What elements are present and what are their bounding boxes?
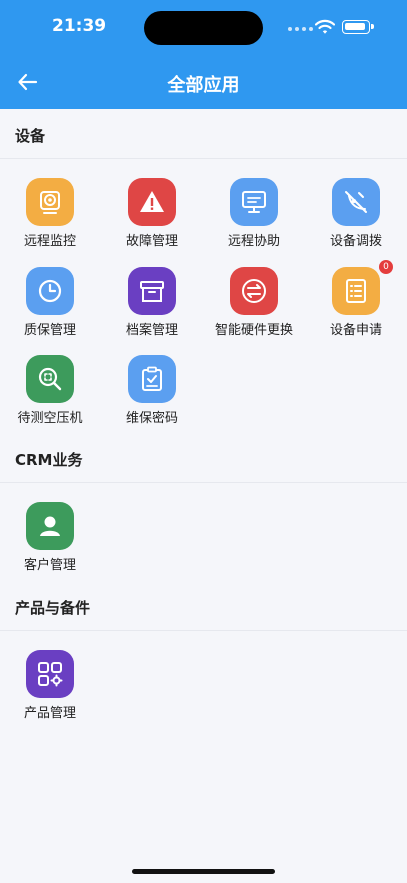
app-item-label: 设备申请 — [329, 323, 382, 338]
home-indicator[interactable] — [132, 869, 275, 874]
notification-badge: 0 — [379, 260, 393, 274]
app-item-fault-management[interactable]: 故障管理 — [102, 178, 202, 262]
apps-grid-icon — [26, 650, 74, 698]
divider — [0, 482, 407, 483]
app-item-device-transfer[interactable]: 设备调拨 — [306, 178, 406, 262]
divider — [0, 630, 407, 631]
divider — [0, 158, 407, 159]
page-title: 全部应用 — [167, 75, 240, 96]
app-item-label: 远程监控 — [23, 234, 76, 249]
app-item-label: 待测空压机 — [17, 411, 83, 426]
section-title-crm: CRM业务 — [15, 451, 83, 469]
wifi-icon — [315, 19, 335, 34]
monitor-icon — [230, 178, 278, 226]
app-item-maintenance-password[interactable]: 维保密码 — [102, 355, 202, 439]
app-item-device-application[interactable]: 设备申请 — [306, 267, 406, 351]
archive-box-icon — [128, 267, 176, 315]
app-item-label: 产品管理 — [23, 706, 76, 721]
section-title-products: 产品与备件 — [15, 599, 91, 617]
status-time: 21:39 — [52, 16, 107, 36]
app-item-product-management[interactable]: 产品管理 — [0, 650, 100, 734]
clipboard-check-icon — [128, 355, 176, 403]
status-bar: 21:39 — [0, 0, 407, 56]
app-item-customer-management[interactable]: 客户管理 — [0, 502, 100, 586]
app-item-compressor-test[interactable]: 待测空压机 — [0, 355, 100, 439]
app-item-label: 设备调拨 — [329, 234, 382, 249]
app-item-remote-monitor[interactable]: 远程监控 — [0, 178, 100, 262]
warning-icon — [128, 178, 176, 226]
nav-bar: 全部应用 — [0, 60, 407, 106]
no-signal-icon — [332, 178, 380, 226]
app-item-warranty-management[interactable]: 质保管理 — [0, 267, 100, 351]
app-header: 21:39 全部应用 — [0, 0, 407, 109]
app-item-label: 质保管理 — [23, 323, 76, 338]
app-item-label: 档案管理 — [125, 323, 178, 338]
app-item-label: 故障管理 — [125, 234, 178, 249]
signal-dots-icon — [288, 27, 314, 32]
app-item-hardware-replacement[interactable]: 智能硬件更换 — [204, 267, 304, 351]
app-item-remote-assist[interactable]: 远程协助 — [204, 178, 304, 262]
battery-icon — [342, 20, 374, 34]
exchange-icon — [230, 267, 278, 315]
dynamic-island — [144, 11, 263, 45]
app-item-archive-management[interactable]: 档案管理 — [102, 267, 202, 351]
app-item-label: 客户管理 — [23, 558, 76, 573]
form-list-icon — [332, 267, 380, 315]
app-item-label: 维保密码 — [125, 411, 178, 426]
user-icon — [26, 502, 74, 550]
app-item-label: 远程协助 — [227, 234, 280, 249]
webcam-icon — [26, 178, 74, 226]
clock-icon — [26, 267, 74, 315]
section-title-devices: 设备 — [15, 127, 46, 145]
app-item-label: 智能硬件更换 — [214, 323, 293, 338]
scan-search-icon — [26, 355, 74, 403]
